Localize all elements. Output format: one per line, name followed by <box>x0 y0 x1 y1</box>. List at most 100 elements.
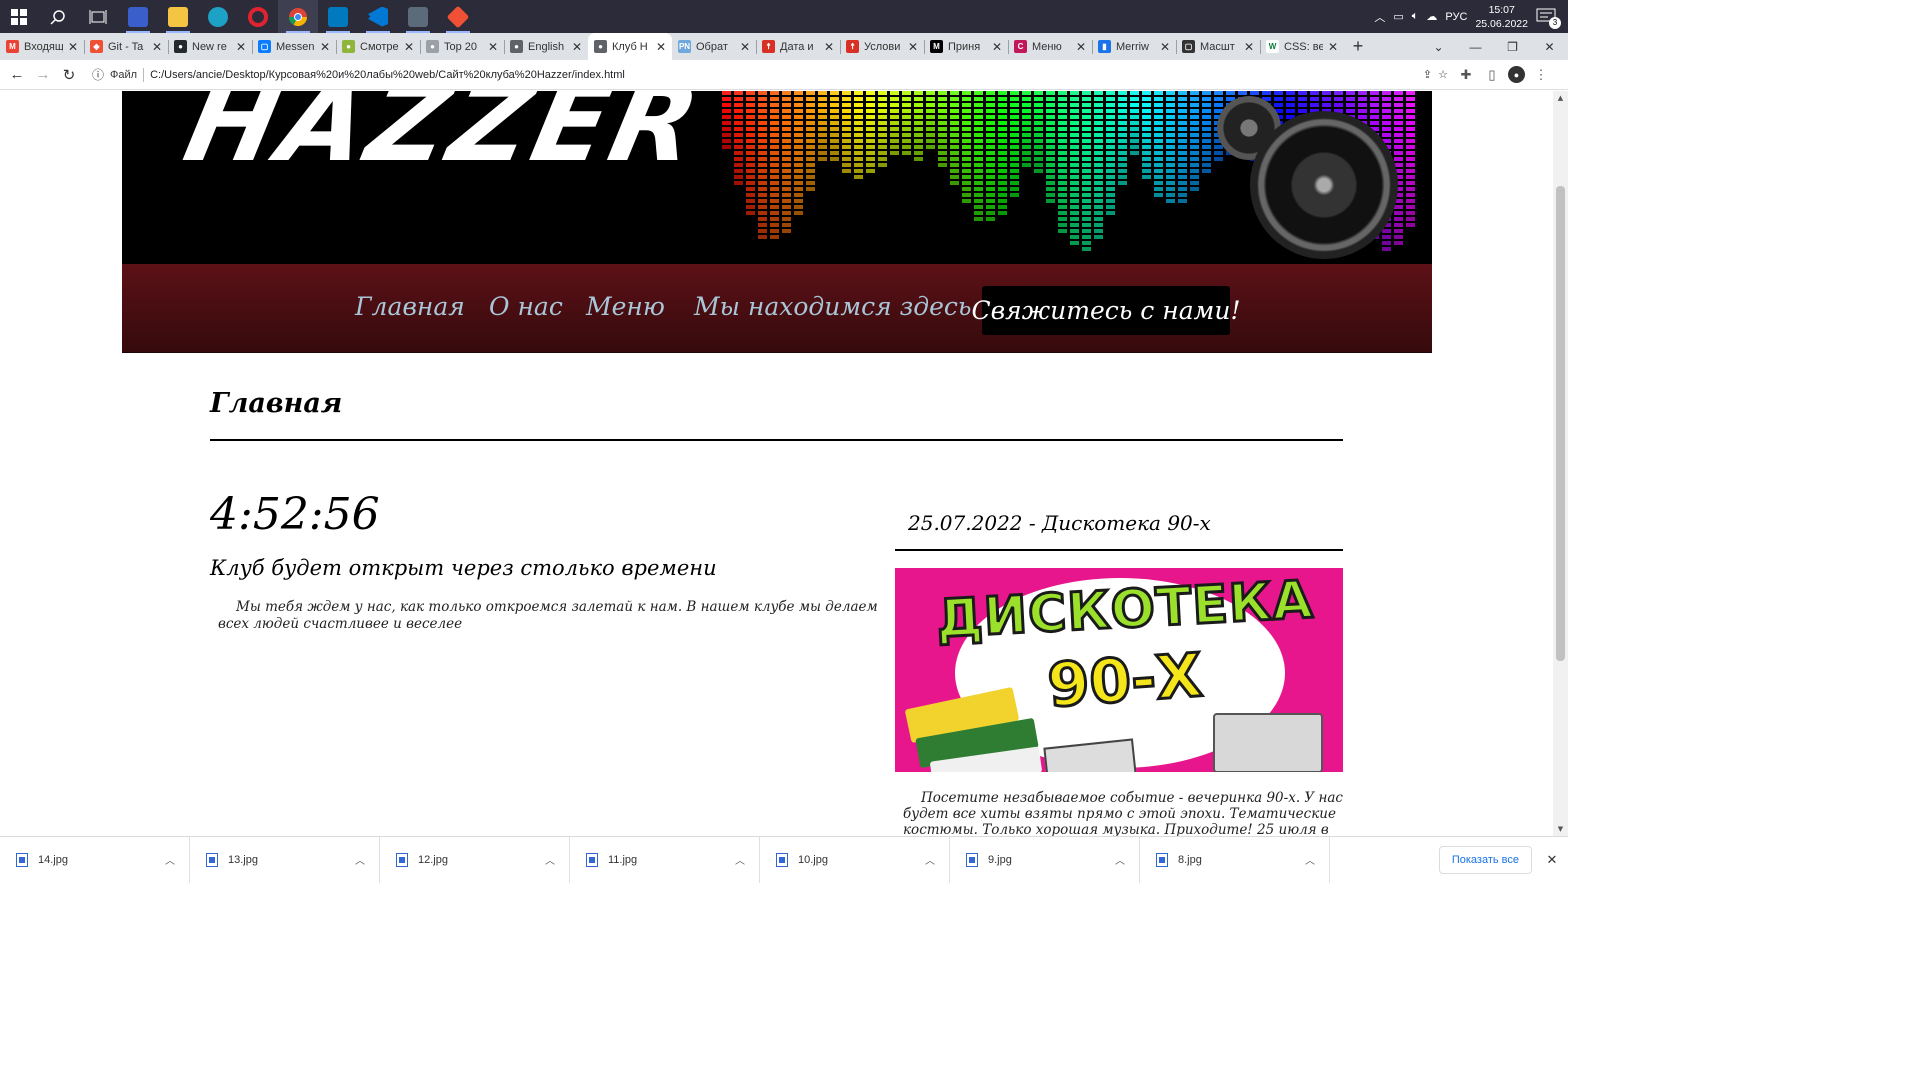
tab-close-icon[interactable]: ✕ <box>1160 40 1170 54</box>
monitor-app-icon[interactable] <box>118 0 158 33</box>
tab-close-icon[interactable]: ✕ <box>824 40 834 54</box>
equalizer-cell <box>746 157 755 161</box>
tab-close-icon[interactable]: ✕ <box>68 40 78 54</box>
tab-close-icon[interactable]: ✕ <box>404 40 414 54</box>
info-icon[interactable]: ⓘ <box>92 66 104 83</box>
trello-icon[interactable] <box>318 0 358 33</box>
nav-link-menu[interactable]: Меню <box>586 292 665 321</box>
profile-avatar[interactable]: ● <box>1508 66 1525 83</box>
browser-tab[interactable]: ▮ Merriw ✕ <box>1092 33 1176 60</box>
share-icon[interactable]: ⇪ <box>1423 68 1432 81</box>
minimize-button[interactable]: — <box>1457 40 1494 54</box>
tab-close-icon[interactable]: ✕ <box>656 40 666 54</box>
opera-icon[interactable] <box>238 0 278 33</box>
chevron-up-icon[interactable]: ︿ <box>1305 852 1315 867</box>
chevron-up-icon[interactable]: ︿ <box>1374 9 1385 25</box>
close-window-button[interactable]: ✕ <box>1531 40 1568 54</box>
browser-tab[interactable]: W CSS: ве ✕ <box>1260 33 1344 60</box>
download-item[interactable]: 11.jpg ︿ <box>570 836 760 883</box>
vscode-icon[interactable] <box>358 0 398 33</box>
tab-close-icon[interactable]: ✕ <box>320 40 330 54</box>
chevron-up-icon[interactable]: ︿ <box>925 852 935 867</box>
chevron-up-icon[interactable]: ︿ <box>165 852 175 867</box>
tab-close-icon[interactable]: ✕ <box>488 40 498 54</box>
chevron-up-icon[interactable]: ︿ <box>1115 852 1125 867</box>
task-view-icon[interactable] <box>78 0 118 33</box>
download-item[interactable]: 12.jpg ︿ <box>380 836 570 883</box>
url-text[interactable]: C:/Users/ancie/Desktop/Курсовая%20и%20ла… <box>150 69 625 81</box>
browser-tab[interactable]: ▢ Масшт ✕ <box>1176 33 1260 60</box>
show-all-downloads-button[interactable]: Показать все <box>1438 845 1532 874</box>
tab-close-icon[interactable]: ✕ <box>908 40 918 54</box>
chevron-up-icon[interactable]: ︿ <box>735 852 745 867</box>
download-item[interactable]: 13.jpg ︿ <box>190 836 380 883</box>
search-icon[interactable] <box>38 0 78 33</box>
bookmark-star-icon[interactable]: ☆ <box>1438 68 1448 81</box>
browser-tab[interactable]: ● Клуб Н ✕ <box>588 33 672 60</box>
tab-close-icon[interactable]: ✕ <box>1328 40 1338 54</box>
equalizer-cell <box>794 193 803 197</box>
notification-icon[interactable]: 3 <box>1536 8 1561 29</box>
tab-close-icon[interactable]: ✕ <box>1076 40 1086 54</box>
reload-button[interactable]: ↻ <box>56 62 82 88</box>
chrome-icon[interactable] <box>278 0 318 33</box>
nav-link-home[interactable]: Главная <box>355 292 465 321</box>
browser-tab[interactable]: M Входящ ✕ <box>0 33 84 60</box>
chevron-up-icon[interactable]: ︿ <box>355 852 365 867</box>
scrollbar-thumb[interactable] <box>1556 186 1565 661</box>
calculator-icon[interactable] <box>398 0 438 33</box>
browser-tab[interactable]: ● English ✕ <box>504 33 588 60</box>
equalizer-cell <box>1382 115 1391 119</box>
browser-tab[interactable]: ● Top 20 ✕ <box>420 33 504 60</box>
download-item[interactable]: 9.jpg ︿ <box>950 836 1140 883</box>
git-gui-icon[interactable] <box>438 0 478 33</box>
browser-tab[interactable]: C Меню ✕ <box>1008 33 1092 60</box>
scroll-down-arrow[interactable]: ▼ <box>1553 825 1568 833</box>
volume-icon[interactable]: 🔈︎ <box>1412 10 1419 23</box>
new-tab-button[interactable]: + <box>1344 33 1372 60</box>
side-panel-icon[interactable]: ▯ <box>1482 65 1502 85</box>
omnibox[interactable]: ⓘ Файл C:/Users/ancie/Desktop/Курсовая%2… <box>88 63 1448 87</box>
more-menu-icon[interactable]: ⋮ <box>1531 65 1551 85</box>
close-downloads-icon[interactable]: ✕ <box>1542 852 1562 868</box>
tab-close-icon[interactable]: ✕ <box>152 40 162 54</box>
tab-close-icon[interactable]: ✕ <box>740 40 750 54</box>
browser-tab[interactable]: PN Обрат ✕ <box>672 33 756 60</box>
equalizer-cell <box>734 139 743 143</box>
download-item[interactable]: 8.jpg ︿ <box>1140 836 1330 883</box>
forward-button[interactable]: → <box>30 62 56 88</box>
browser-tab[interactable]: ● Смотре ✕ <box>336 33 420 60</box>
back-button[interactable]: ← <box>4 62 30 88</box>
equalizer-cell <box>758 163 767 167</box>
windows-start-icon[interactable] <box>0 0 38 33</box>
language-indicator[interactable]: РУС <box>1445 11 1467 23</box>
tab-close-icon[interactable]: ✕ <box>236 40 246 54</box>
nav-link-about[interactable]: О нас <box>489 292 563 321</box>
scroll-up-arrow[interactable]: ▲ <box>1553 94 1568 102</box>
page-scrollbar[interactable]: ▲ ▼ <box>1553 91 1568 836</box>
download-item[interactable]: 10.jpg ︿ <box>760 836 950 883</box>
network-icon[interactable]: ▭ <box>1393 10 1403 23</box>
browser-tab[interactable]: ● New re ✕ <box>168 33 252 60</box>
site-logo[interactable]: HAZZER <box>175 91 713 186</box>
browser-tab[interactable]: ☨ Дата и ✕ <box>756 33 840 60</box>
file-explorer-icon[interactable] <box>158 0 198 33</box>
tab-close-icon[interactable]: ✕ <box>572 40 582 54</box>
clock[interactable]: 15:07 25.06.2022 <box>1475 3 1528 31</box>
browser-tab[interactable]: ☨ Услови ✕ <box>840 33 924 60</box>
browser-tab[interactable]: ▢ Messen ✕ <box>252 33 336 60</box>
tab-close-icon[interactable]: ✕ <box>1244 40 1254 54</box>
browser-tab[interactable]: ◆ Git - Ta ✕ <box>84 33 168 60</box>
equalizer-cell <box>1382 247 1391 251</box>
extensions-icon[interactable]: ✚ <box>1456 65 1476 85</box>
tab-close-icon[interactable]: ✕ <box>992 40 1002 54</box>
edge-icon[interactable] <box>198 0 238 33</box>
onedrive-icon[interactable]: ☁︎ <box>1426 10 1437 23</box>
maximize-button[interactable]: ❐ <box>1494 40 1531 54</box>
browser-tab[interactable]: M Приня ✕ <box>924 33 1008 60</box>
nav-link-location[interactable]: Мы находимся здесь <box>694 292 972 321</box>
tab-search-icon[interactable]: ⌄ <box>1420 40 1457 54</box>
download-item[interactable]: 14.jpg ︿ <box>0 836 190 883</box>
chevron-up-icon[interactable]: ︿ <box>545 852 555 867</box>
contact-us-button[interactable]: Свяжитесь с нами! <box>972 286 1241 335</box>
